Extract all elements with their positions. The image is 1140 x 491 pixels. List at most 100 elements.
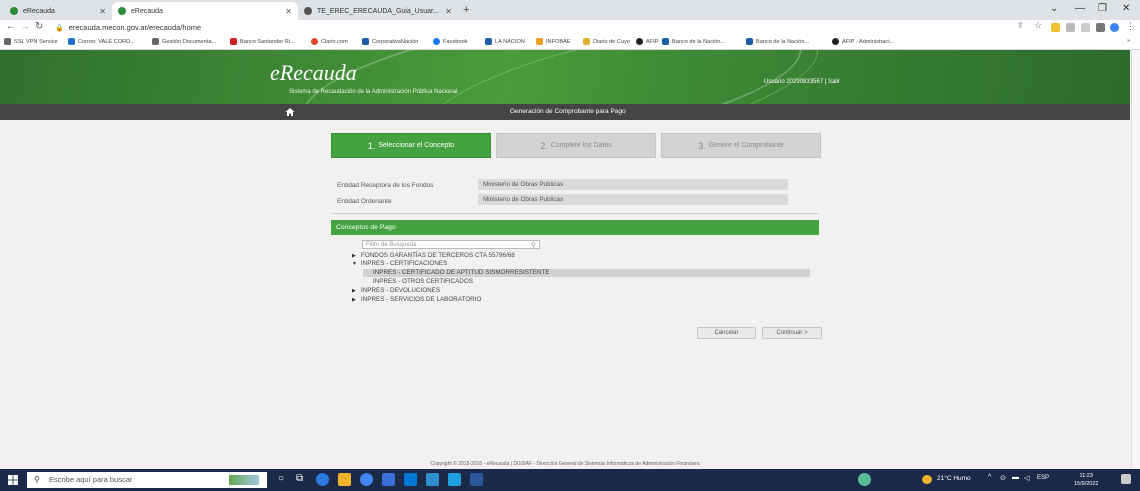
bookmark-item[interactable]: Banco de la Nación... bbox=[662, 38, 725, 45]
maximize-icon[interactable]: ❐ bbox=[1098, 3, 1107, 14]
weather-icon bbox=[922, 475, 932, 484]
expand-arrow-icon[interactable]: ▶ bbox=[352, 253, 361, 259]
step-1-select-concept[interactable]: 1. Seleccionar el Concepto bbox=[331, 133, 491, 158]
extension-icon[interactable] bbox=[1081, 23, 1090, 32]
close-window-icon[interactable]: ✕ bbox=[1122, 3, 1130, 14]
clock[interactable]: 11:23 15/9/2022 bbox=[1074, 472, 1098, 488]
bookmark-item[interactable]: Banco Santander Ri... bbox=[230, 38, 295, 45]
cortana-icon[interactable]: ○ bbox=[278, 473, 284, 484]
browser-tab[interactable]: TE_EREC_ERECAUDA_Guia_Usuar... ✕ bbox=[298, 2, 458, 20]
file-explorer-icon[interactable] bbox=[338, 473, 351, 486]
top-navigation-bar: Generación de Comprobante para Pago bbox=[0, 104, 1130, 120]
page-scrollbar[interactable] bbox=[1131, 50, 1140, 469]
home-icon[interactable] bbox=[285, 107, 295, 117]
bookmark-item[interactable]: Banco de la Nación... bbox=[746, 38, 809, 45]
erecauda-logo[interactable]: eRecauda bbox=[270, 60, 357, 86]
tree-node[interactable]: ▼ INPRES - CERTIFICACIONES bbox=[352, 260, 447, 267]
bookmark-item[interactable]: Correo: VALE CORD... bbox=[68, 38, 135, 45]
profile-avatar[interactable] bbox=[1110, 23, 1119, 32]
battery-icon[interactable]: ▬ bbox=[1012, 474, 1019, 481]
lock-icon: 🔒 bbox=[55, 25, 64, 32]
expand-arrow-icon[interactable]: ▶ bbox=[352, 288, 361, 294]
search-highlight-image bbox=[229, 475, 259, 485]
bookmark-item[interactable]: SSL VPN Service bbox=[4, 38, 58, 45]
tab-title: eRecauda bbox=[131, 7, 163, 15]
browser-tab-bar: eRecauda ✕ eRecauda ✕ TE_EREC_ERECAUDA_G… bbox=[0, 0, 1140, 20]
reload-icon[interactable]: ↻ bbox=[35, 21, 43, 32]
tree-node[interactable]: ▶ INPRES - SERVICIOS DE LABORATORIO bbox=[352, 296, 481, 303]
app-icon[interactable] bbox=[858, 473, 871, 486]
teams-icon[interactable] bbox=[448, 473, 461, 486]
continue-button[interactable]: Continuar > bbox=[762, 327, 822, 339]
tray-chevron-icon[interactable]: ^ bbox=[988, 474, 991, 481]
close-tab-icon[interactable]: ✕ bbox=[285, 7, 292, 16]
forward-icon[interactable]: → bbox=[20, 21, 30, 32]
search-icon[interactable]: ⚲ bbox=[531, 241, 536, 250]
site-header-banner: eRecauda Sistema de Recaudación de la Ad… bbox=[0, 50, 1130, 104]
bookmark-item[interactable]: Diario de Cuyo bbox=[583, 38, 630, 45]
divider bbox=[332, 213, 819, 214]
chrome-icon[interactable] bbox=[360, 473, 373, 486]
receiving-entity-label: Entidad Receptora de los Fondos bbox=[337, 182, 434, 189]
minimize-icon[interactable]: — bbox=[1075, 3, 1085, 14]
network-icon[interactable]: ⊙ bbox=[1000, 474, 1006, 482]
photos-icon[interactable] bbox=[426, 473, 439, 486]
share-icon[interactable]: ⇪ bbox=[1017, 21, 1026, 30]
search-filter-input[interactable]: Filtro de Busqueda ⚲ bbox=[362, 240, 540, 249]
step-2-complete-data: 2. Complete los Datos bbox=[496, 133, 656, 158]
browser-tab-active[interactable]: eRecauda ✕ bbox=[112, 2, 298, 20]
erecauda-favicon bbox=[10, 7, 18, 15]
language-indicator[interactable]: ESP bbox=[1037, 475, 1049, 481]
close-tab-icon[interactable]: ✕ bbox=[445, 7, 452, 16]
bookmark-item[interactable]: INFOBAE bbox=[536, 38, 571, 45]
more-bookmarks-icon[interactable]: » bbox=[1127, 38, 1130, 44]
bookmark-item[interactable]: AFIP bbox=[636, 38, 658, 45]
volume-icon[interactable]: ◁ bbox=[1024, 474, 1029, 482]
page-title: Generación de Comprobante para Pago bbox=[510, 108, 626, 115]
extension-icon[interactable] bbox=[1051, 23, 1060, 32]
tree-node[interactable]: ▶ FONDOS GARANTÍAS DE TERCEROS CTA 55796/… bbox=[352, 252, 515, 259]
menu-kebab-icon[interactable]: ⋮ bbox=[1126, 21, 1135, 31]
browser-tab[interactable]: eRecauda ✕ bbox=[4, 2, 112, 20]
weather-text[interactable]: 21°C Humo bbox=[937, 475, 971, 482]
windows-start-icon[interactable] bbox=[8, 475, 18, 485]
bookmark-item[interactable]: CorporativaNación bbox=[362, 38, 418, 45]
footer-copyright: Copyright © 2015-2016 - eRecauda | DGSIA… bbox=[0, 460, 1130, 469]
windows-taskbar: ⚲ Escribe aquí para buscar ○ ⧉ 21°C Humo… bbox=[0, 469, 1140, 491]
edge-icon[interactable] bbox=[316, 473, 329, 486]
ordering-entity-value: Ministerio de Obras Publicas bbox=[478, 194, 788, 205]
address-bar[interactable]: 🔒 erecauda.mecon.gov.ar/erecauda/home bbox=[55, 22, 755, 34]
bookmark-item[interactable]: Facebook bbox=[433, 38, 468, 45]
bookmark-item[interactable]: LA NACION bbox=[485, 38, 525, 45]
search-icon: ⚲ bbox=[34, 475, 40, 484]
collapse-arrow-icon[interactable]: ▼ bbox=[352, 261, 361, 267]
receiving-entity-value: Ministerio de Obras Publicas bbox=[478, 179, 788, 190]
tree-leaf-selected[interactable]: INPRES - CERTIFICADO DE APTITUD SISMORRE… bbox=[373, 269, 550, 276]
user-session-link[interactable]: Usuario 20290833567 | Salir bbox=[764, 79, 840, 85]
back-icon[interactable]: ← bbox=[6, 21, 16, 32]
extensions-puzzle-icon[interactable] bbox=[1096, 23, 1105, 32]
url-text: erecauda.mecon.gov.ar/erecauda/home bbox=[68, 23, 202, 32]
tree-leaf[interactable]: INPRES - OTROS CERTIFICADOS bbox=[373, 278, 473, 285]
erecauda-favicon bbox=[118, 7, 126, 15]
outlook-icon[interactable] bbox=[404, 473, 417, 486]
new-tab-icon[interactable]: + bbox=[463, 4, 469, 16]
cancel-button[interactable]: Cancelar bbox=[697, 327, 756, 339]
site-subtitle: Sistema de Recaudación de la Administrac… bbox=[289, 89, 458, 95]
document-favicon bbox=[304, 7, 312, 15]
tab-title: eRecauda bbox=[23, 7, 55, 15]
extension-icon[interactable] bbox=[1066, 23, 1075, 32]
expand-arrow-icon[interactable]: ▶ bbox=[352, 297, 361, 303]
bookmark-item[interactable]: Clarin.com bbox=[311, 38, 348, 45]
store-icon[interactable] bbox=[382, 473, 395, 486]
notifications-icon[interactable] bbox=[1121, 474, 1131, 484]
close-tab-icon[interactable]: ✕ bbox=[99, 7, 106, 16]
bookmark-item[interactable]: Gestión Documenta... bbox=[152, 38, 216, 45]
bookmark-item[interactable]: AFIP - Administraci... bbox=[832, 38, 894, 45]
tree-node[interactable]: ▶ INPRES - DEVOLUCIONES bbox=[352, 287, 440, 294]
tab-search-icon[interactable]: ⌄ bbox=[1050, 3, 1058, 14]
word-icon[interactable] bbox=[470, 473, 483, 486]
task-view-icon[interactable]: ⧉ bbox=[296, 473, 303, 484]
taskbar-search-input[interactable]: ⚲ Escribe aquí para buscar bbox=[27, 472, 267, 488]
bookmark-star-icon[interactable]: ☆ bbox=[1034, 20, 1043, 30]
